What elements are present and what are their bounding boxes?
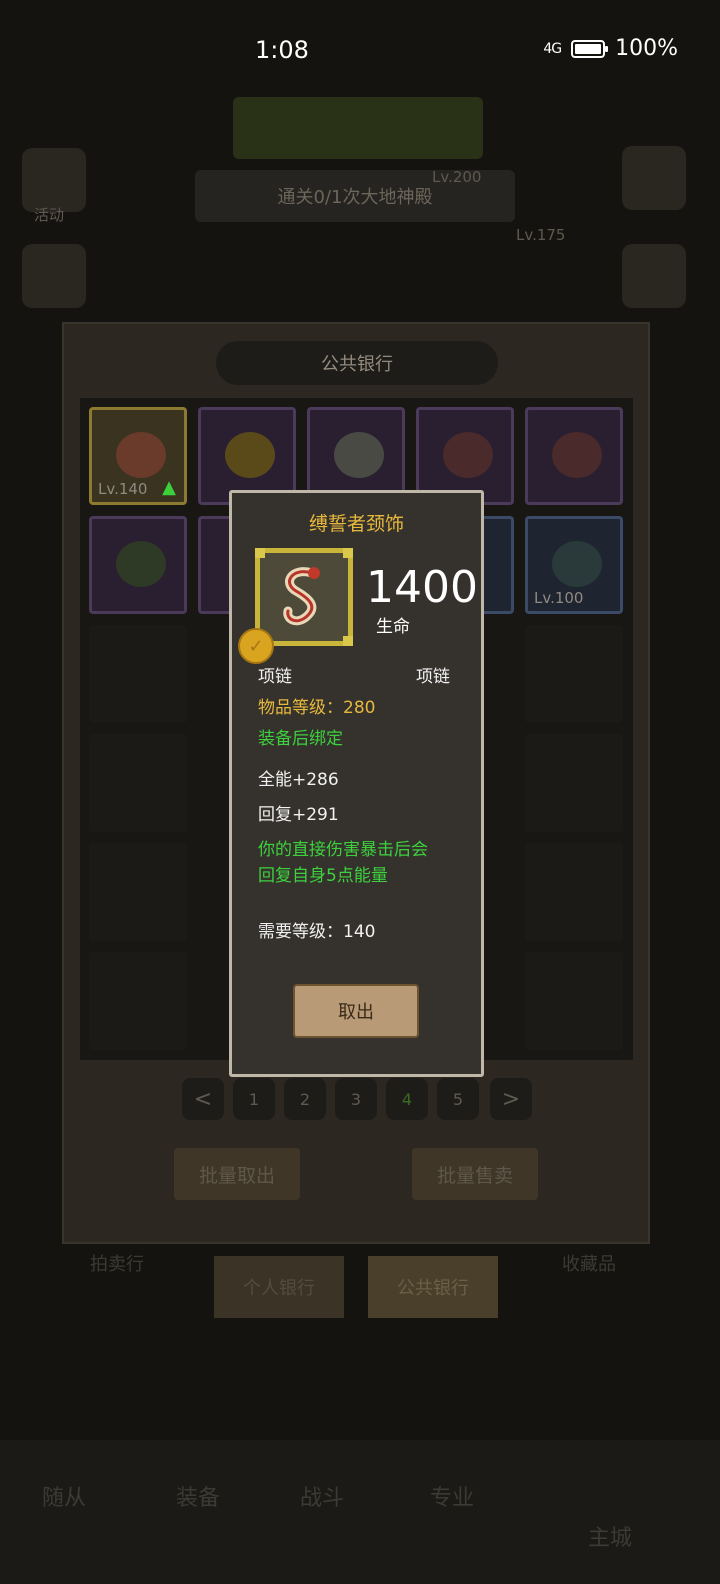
page-button-4[interactable]: 4	[386, 1078, 428, 1120]
item-level: 物品等级：280	[258, 698, 376, 718]
empty-slot[interactable]	[525, 952, 623, 1050]
right-menu-icon-2	[622, 244, 686, 308]
empty-slot[interactable]	[89, 843, 187, 941]
prev-page-button[interactable]: <	[182, 1078, 224, 1120]
empty-slot[interactable]	[525, 625, 623, 723]
stat-recovery: 回复+291	[258, 805, 339, 825]
item-icon-frame	[255, 548, 353, 646]
required-level: 需要等级：140	[258, 922, 376, 942]
necklace-icon	[116, 432, 166, 478]
tab-personal-bank[interactable]: 个人银行	[214, 1256, 344, 1318]
slot-level: Lv.140	[98, 480, 148, 498]
collection-label: 收藏品	[562, 1254, 616, 1275]
nav-main-city[interactable]: 主城	[588, 1520, 632, 1552]
batch-sell-button[interactable]: 批量售卖	[412, 1148, 538, 1200]
ring-icon	[225, 432, 275, 478]
take-out-button[interactable]: 取出	[293, 984, 419, 1038]
bank-slot[interactable]: Lv.100	[525, 516, 623, 614]
ring-icon	[443, 432, 493, 478]
bank-title: 公共银行	[216, 341, 498, 385]
left-menu-icon	[22, 244, 86, 308]
bank-slot[interactable]	[89, 516, 187, 614]
auction-label: 拍卖行	[90, 1254, 144, 1275]
bank-slot[interactable]: Lv.140 ▲	[89, 407, 187, 505]
serpent-necklace-icon	[283, 567, 320, 626]
item-name: 缚誓者颈饰	[308, 513, 404, 535]
empty-slot[interactable]	[525, 734, 623, 832]
battery-icon	[571, 39, 609, 58]
upgrade-arrow-icon: ▲	[162, 477, 176, 498]
item-type: 项链	[416, 667, 450, 687]
ring-icon	[552, 432, 602, 478]
bank-slot[interactable]	[525, 407, 623, 505]
batch-take-button[interactable]: 批量取出	[174, 1148, 300, 1200]
nav-equipment[interactable]: 装备	[176, 1480, 220, 1512]
necklace-icon	[116, 541, 166, 587]
page-button-3[interactable]: 3	[335, 1078, 377, 1120]
signal-icon: 4G	[543, 40, 562, 57]
ring-icon	[334, 432, 384, 478]
battery-percent: 100%	[615, 36, 678, 61]
slot-level: Lv.100	[534, 589, 584, 607]
main-stat-value: 1400	[366, 562, 478, 613]
effect-line-2: 回复自身5点能量	[258, 866, 388, 886]
effect-line-1: 你的直接伤害暴击后会	[258, 840, 428, 860]
empty-slot[interactable]	[89, 734, 187, 832]
nav-followers[interactable]: 随从	[42, 1480, 86, 1512]
nav-battle[interactable]: 战斗	[300, 1480, 344, 1512]
slot-type: 项链	[258, 667, 292, 687]
status-time: 1:08	[255, 36, 309, 64]
tab-public-bank[interactable]: 公共银行	[368, 1256, 498, 1318]
next-page-button[interactable]: >	[490, 1078, 532, 1120]
empty-slot[interactable]	[89, 952, 187, 1050]
empty-slot[interactable]	[89, 625, 187, 723]
main-stat-label: 生命	[376, 617, 410, 637]
page-button-1[interactable]: 1	[233, 1078, 275, 1120]
event-banner	[233, 97, 483, 159]
activity-icon	[22, 148, 86, 212]
right-level-1: Lv.200	[432, 168, 482, 186]
bottom-nav	[0, 1440, 720, 1584]
page-button-2[interactable]: 2	[284, 1078, 326, 1120]
activity-label: 活动	[34, 206, 65, 224]
bind-info: 装备后绑定	[258, 729, 343, 749]
stat-versatility: 全能+286	[258, 770, 339, 790]
empty-slot[interactable]	[525, 843, 623, 941]
status-indicators: 4G 100%	[543, 36, 678, 61]
necklace-icon	[552, 541, 602, 587]
coin-icon: ✓	[238, 628, 274, 664]
nav-profession[interactable]: 专业	[430, 1480, 474, 1512]
right-level-2: Lv.175	[516, 226, 566, 244]
page-button-5[interactable]: 5	[437, 1078, 479, 1120]
right-menu-icon	[622, 146, 686, 210]
